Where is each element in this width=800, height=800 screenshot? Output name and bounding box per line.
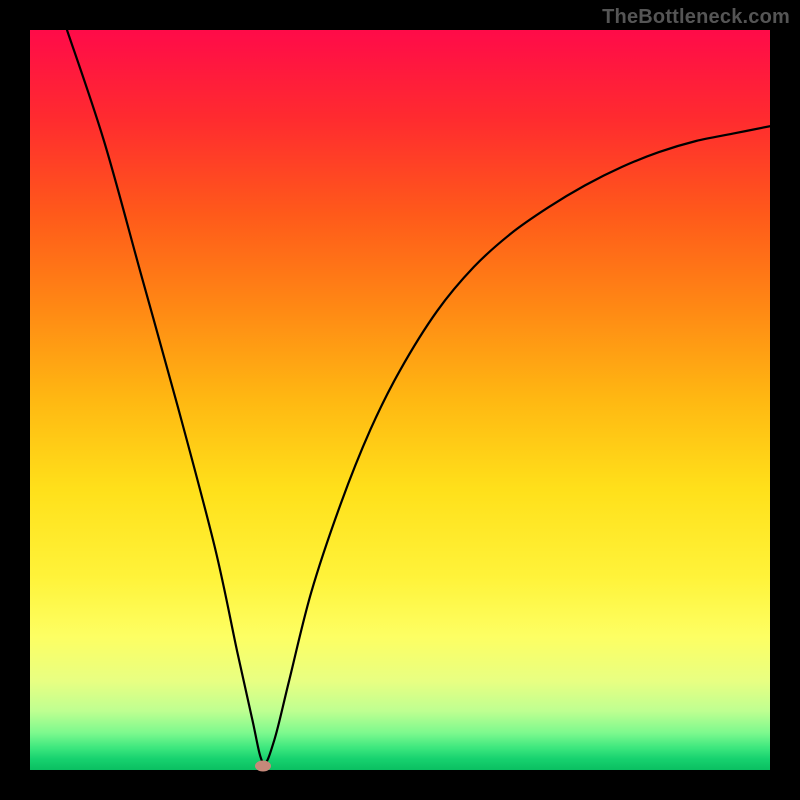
optimal-point-marker xyxy=(255,760,271,771)
watermark-text: TheBottleneck.com xyxy=(602,6,790,29)
plot-area xyxy=(30,30,770,770)
bottleneck-curve xyxy=(67,30,770,763)
chart-frame: TheBottleneck.com xyxy=(0,0,800,800)
curve-svg xyxy=(30,30,770,770)
